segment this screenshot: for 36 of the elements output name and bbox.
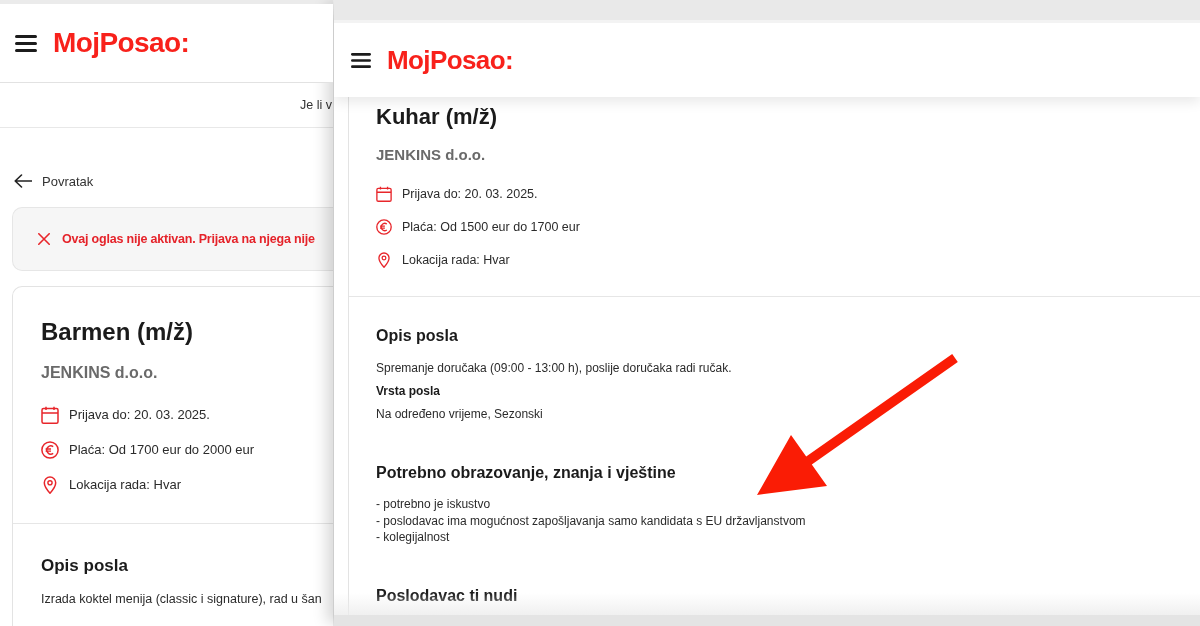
notice-text: Je li v — [300, 98, 332, 112]
site-logo[interactable]: MojPosao: — [387, 45, 514, 75]
company-name: JENKINS d.o.o. — [376, 145, 486, 164]
site-logo[interactable]: MojPosao: — [53, 27, 190, 59]
job-title: Barmen (m/ž) — [41, 317, 194, 347]
calendar-icon — [376, 186, 392, 202]
list-item-text: - potrebno je iskustvo — [376, 496, 491, 513]
menu-icon[interactable] — [15, 34, 37, 52]
location-pin-icon — [376, 252, 392, 268]
cross-icon — [38, 233, 50, 245]
description-text: Izrada koktel menija (classic i signature), rad u šan — [41, 591, 322, 608]
location-text: Lokacija rada: Hvar — [69, 476, 181, 494]
euro-icon — [41, 441, 59, 459]
calendar-icon — [41, 406, 59, 424]
arrow-left-icon — [14, 174, 32, 188]
list-item-text: - kolegijalnost — [376, 529, 450, 546]
location-pin-icon — [41, 476, 59, 494]
alert-text: Ovaj oglas nije aktivan. Prijava na njega nije — [62, 232, 315, 246]
back-link[interactable]: Povratak — [14, 171, 94, 191]
section-heading: Potrebno obrazovanje, znanja i vještine — [376, 463, 676, 483]
section-heading: Opis posla — [41, 555, 128, 577]
section-heading: Opis posla — [376, 326, 458, 346]
list-item-text: - poslodavac ima mogućnost zapošljavanja samo kandidata s EU državljanstvom — [376, 512, 806, 529]
menu-icon[interactable] — [351, 52, 371, 68]
field-label: Vrsta posla — [376, 383, 441, 400]
deadline-text: Prijava do: 20. 03. 2025. — [402, 186, 538, 203]
euro-icon — [376, 219, 392, 235]
deadline-text: Prijava do: 20. 03. 2025. — [69, 406, 210, 424]
salary-text: Plaća: Od 1700 eur do 2000 eur — [69, 441, 255, 459]
location-text: Lokacija rada: Hvar — [402, 252, 510, 269]
company-name: JENKINS d.o.o. — [41, 363, 158, 383]
description-text: Na određeno vrijeme, Sezonski — [376, 406, 543, 423]
job-title: Kuhar (m/ž) — [376, 104, 497, 130]
section-heading: Poslodavac ti nudi — [376, 585, 518, 606]
description-text: Spremanje doručaka (09:00 - 13:00 h), poslije doručaka radi ručak. — [376, 360, 732, 377]
salary-text: Plaća: Od 1500 eur do 1700 eur — [402, 219, 580, 236]
